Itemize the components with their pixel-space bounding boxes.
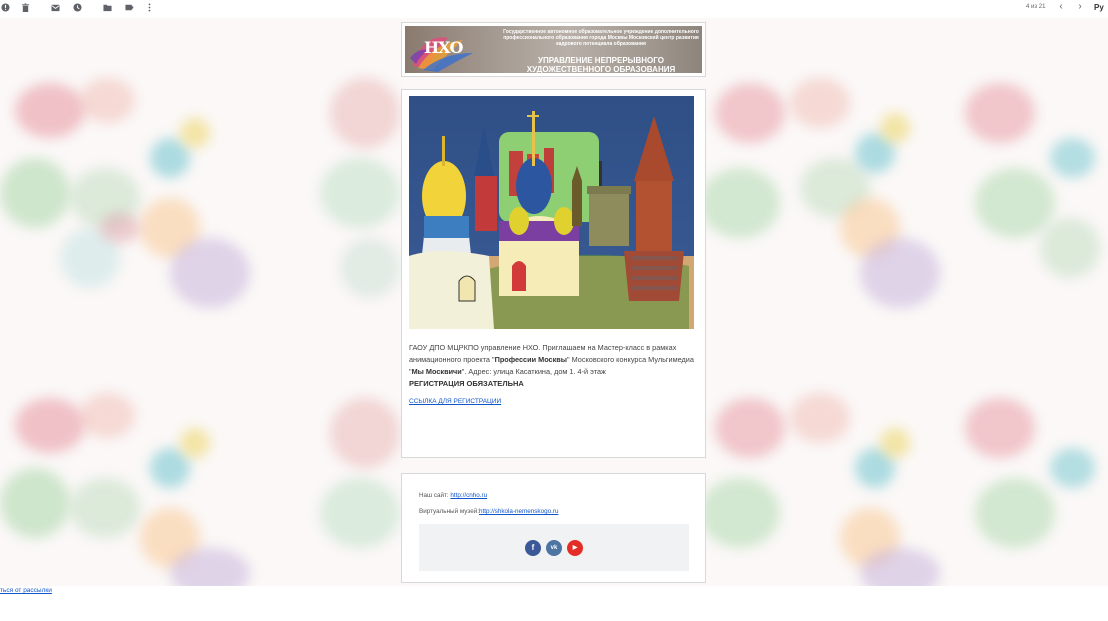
email-toolbar: 4 из 21 ‹ › Ру [0,0,1108,18]
registration-link[interactable]: ССЫЛКА ДЛЯ РЕГИСТРАЦИИ [409,397,501,406]
clay-castle-photo [409,96,694,329]
contest-name: Мы Москвичи [411,367,462,376]
footer-card: Наш сайт: http://cnho.ru Виртуальный муз… [401,473,706,583]
unsubscribe-link[interactable]: ться от рассылки [0,587,52,594]
org-name-small: Государственное автономное образовательн… [503,29,699,47]
registration-note: РЕГИСТРАЦИЯ ОБЯЗАТЕЛЬНА [409,379,524,388]
vk-icon[interactable]: vk [546,539,562,556]
org-banner: НХО Государственное автономное образоват… [405,26,702,73]
label-icon[interactable] [124,2,134,12]
delete-icon[interactable] [20,2,30,12]
pager-count: 4 из 21 [1026,4,1046,10]
project-name: Профессии Москвы [494,355,567,364]
move-to-icon[interactable] [102,2,112,12]
header-banner-card: НХО Государственное автономное образоват… [401,22,706,77]
mark-unread-icon[interactable] [50,2,60,12]
nho-logo: НХО [408,28,478,73]
main-content-card: ГАОУ ДПО МЦРКПО управление НХО. Приглаша… [401,89,706,458]
site-line: Наш сайт: http://cnho.ru [419,488,688,504]
logo-text: НХО [424,38,463,57]
email-body-text: ГАОУ ДПО МЦРКПО управление НХО. Приглаша… [409,342,698,378]
museum-label: Виртуальный музей: [419,508,479,515]
prev-email-icon[interactable]: ‹ [1056,1,1066,13]
snooze-icon[interactable] [72,2,82,12]
org-title: УПРАВЛЕНИЕ НЕПРЕРЫВНОГО ХУДОЖЕСТВЕННОГО … [526,56,676,73]
next-email-icon[interactable]: › [1075,1,1085,13]
report-spam-icon[interactable] [0,2,10,12]
social-links-bar: f vk ▶ [419,524,689,571]
facebook-icon[interactable]: f [525,539,541,556]
address-text: ". Адрес: улица Касаткина, дом 1. 4-й эт… [461,367,606,376]
museum-line: Виртуальный музей:http://shkola-nemensko… [419,504,688,520]
language-selector[interactable]: Ру [1094,3,1104,12]
more-options-icon[interactable] [144,2,154,12]
site-link[interactable]: http://cnho.ru [450,492,487,499]
site-label: Наш сайт: [419,492,451,499]
youtube-icon[interactable]: ▶ [567,539,583,556]
museum-link[interactable]: http://shkola-nemenskogo.ru [479,508,558,515]
